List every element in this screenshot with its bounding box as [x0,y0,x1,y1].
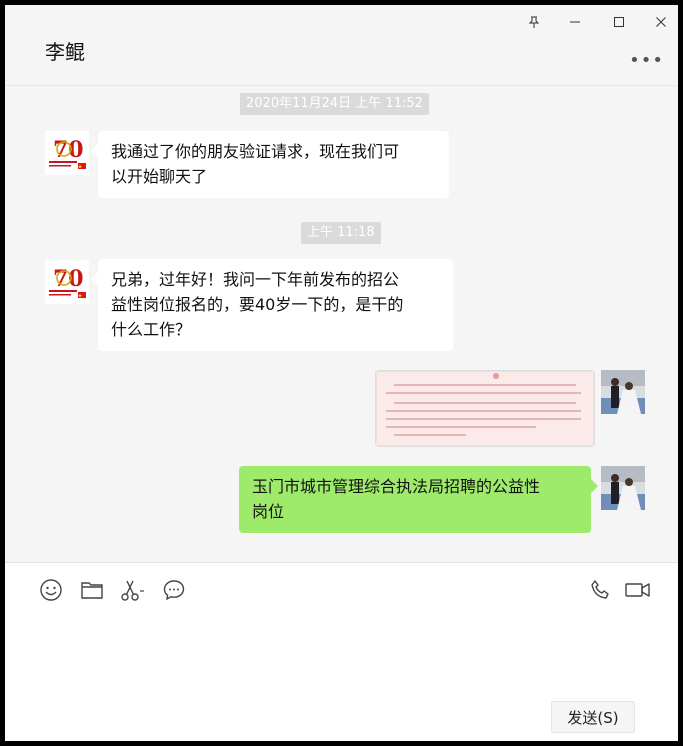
send-button[interactable]: 发送(S) [551,701,635,733]
pin-icon[interactable] [521,11,547,33]
minimize-icon[interactable] [562,11,588,33]
message-text-line: 兄弟，过年好！我问一下年前发布的招公 [111,270,400,289]
message-text-line: 益性岗位报名的，要40岁一下的，是干的 [111,295,404,314]
message-text-line: 玉门市城市管理综合执法局招聘的公益性 [252,477,541,496]
title-bar: 李鲲 ••• [5,5,678,86]
scissors-icon[interactable] [120,577,146,603]
more-horizontal-icon[interactable]: ••• [629,50,664,71]
message-bubble[interactable]: 我通过了你的朋友验证请求，现在我们可 以开始聊天了 [91,131,449,198]
avatar[interactable]: 70 [45,260,89,304]
message-text-line: 以开始聊天了 [111,167,208,186]
message-text-line: 岗位 [252,502,285,521]
message-list[interactable]: 2020年11月24日 上午 11:52 70 我通过了你的朋友验证请求，现在我… [5,86,678,562]
input-area[interactable]: 发送(S) [5,563,678,741]
avatar-self[interactable] [601,370,645,414]
video-icon[interactable] [624,577,652,603]
phone-icon[interactable] [588,577,614,603]
message-text-line: 我通过了你的朋友验证请求，现在我们可 [111,142,400,161]
message-bubble[interactable]: 兄弟，过年好！我问一下年前发布的招公 益性岗位报名的，要40岁一下的，是干的 什… [91,259,453,351]
message-bubble-self[interactable]: 玉门市城市管理综合执法局招聘的公益性 岗位 [239,466,598,533]
image-message[interactable] [375,370,595,447]
avatar[interactable]: 70 [45,131,89,175]
chat-bubble-icon[interactable] [161,577,187,603]
timestamp: 上午 11:18 [301,222,381,244]
avatar-self[interactable] [601,466,645,510]
timestamp: 2020年11月24日 上午 11:52 [240,93,429,115]
chat-title: 李鲲 [45,40,85,64]
folder-icon[interactable] [79,577,105,603]
chat-window: 李鲲 ••• 2020年11月24日 上午 11:52 70 我通过了你的朋友验… [5,5,678,741]
close-icon[interactable] [648,11,674,33]
maximize-icon[interactable] [606,11,632,33]
message-text-line: 什么工作？ [111,320,192,339]
emoji-icon[interactable] [38,577,64,603]
